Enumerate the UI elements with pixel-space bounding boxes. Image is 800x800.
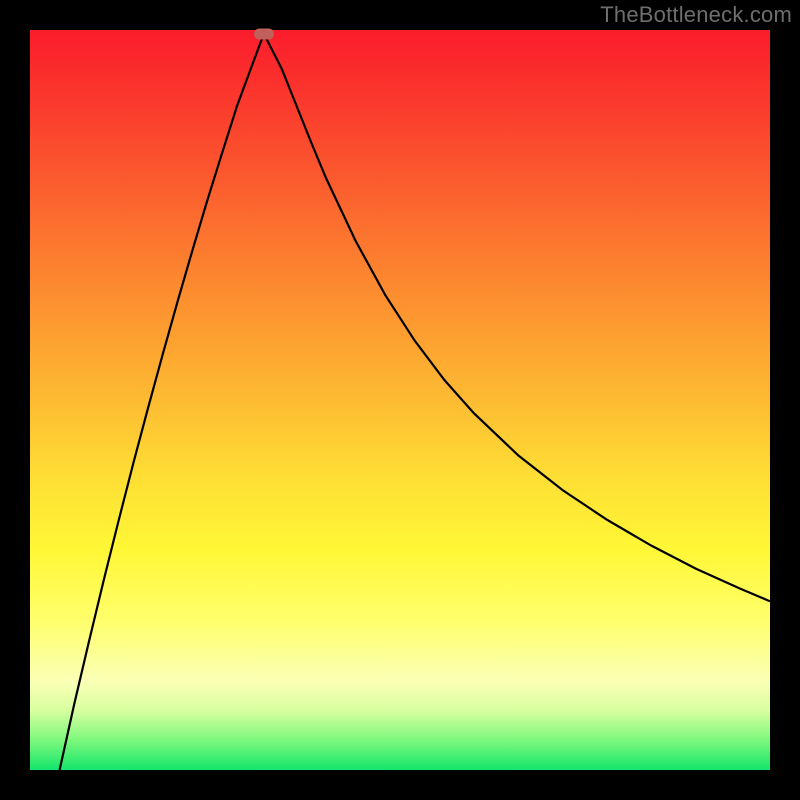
bottleneck-curve-path (60, 34, 770, 770)
plot-area (30, 30, 770, 770)
watermark-text: TheBottleneck.com (600, 2, 792, 28)
cusp-marker (254, 28, 274, 39)
chart-frame: TheBottleneck.com (0, 0, 800, 800)
curve-svg (30, 30, 770, 770)
